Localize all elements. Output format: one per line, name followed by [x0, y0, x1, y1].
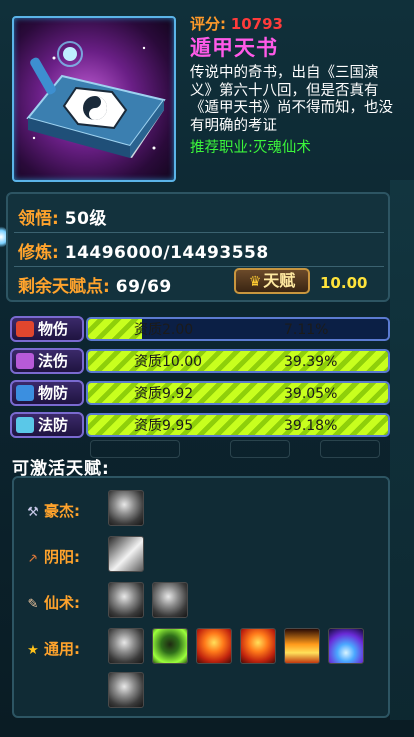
skill-icon[interactable] — [240, 628, 276, 664]
attribute-bar-fill — [88, 415, 388, 435]
attribute-label: 法伤 — [38, 352, 69, 370]
attribute-bar: 资质2.00 7.11% — [86, 317, 390, 341]
cultivation-row: 修炼: 14496000/14493558 — [18, 238, 269, 263]
talent-group-label: ⸕ 阴阳: — [22, 546, 104, 567]
skill-icon[interactable] — [196, 628, 232, 664]
talent-group-label: ⚒ 豪杰: — [22, 500, 104, 521]
skill-icon[interactable] — [108, 672, 144, 708]
shield-icon — [16, 385, 34, 401]
talent-group-name: 仙术: — [44, 594, 80, 612]
score-value: 10793 — [230, 15, 283, 33]
talent-group-label: ✎ 仙术: — [22, 592, 104, 613]
talent-group-name: 阴阳: — [44, 548, 80, 566]
attribute-label: 物防 — [38, 384, 69, 402]
attribute-label: 法防 — [38, 416, 69, 434]
attribute-bar: 资质9.95 39.18% — [86, 413, 390, 437]
attribute-bar-fill — [88, 351, 388, 371]
talent-group-name: 通用: — [44, 640, 80, 658]
cultivation-label: 修炼: — [18, 243, 59, 263]
axe-icon: ⚒ — [27, 505, 39, 520]
side-scroll-strip — [390, 180, 414, 720]
attribute-quality: 资质9.92 — [134, 386, 194, 402]
star-icon: ★ — [27, 643, 39, 658]
attribute-row: 法伤 资质10.00 39.39% — [10, 348, 390, 374]
attribute-quality: 资质9.95 — [134, 418, 194, 434]
attribute-percent: 7.11% — [284, 322, 329, 338]
attribute-tag: 物防 — [10, 380, 84, 406]
item-description: 传说中的奇书，出自《三国演义》第六十八回，但是否真有《遁甲天书》尚不得而知，也没… — [190, 65, 393, 134]
talent-button-label: 天赋 — [263, 271, 296, 290]
talent-group-name: 豪杰: — [44, 502, 80, 520]
talent-group-label: ★ 通用: — [22, 638, 104, 659]
attribute-quality: 资质2.00 — [134, 322, 194, 338]
sickle-icon: ⸕ — [28, 551, 38, 566]
activatable-talents: ⚒ 豪杰: ⸕ 阴阳: ✎ 仙术: ★ 通用: — [12, 476, 390, 718]
background-buttons — [90, 440, 390, 460]
magic-icon — [16, 353, 34, 369]
score-label: 评分: — [190, 15, 226, 33]
attribute-quality: 资质10.00 — [134, 354, 203, 370]
comprehension-label: 领悟: — [18, 209, 59, 229]
score-row: 评分: 10793 — [190, 14, 404, 34]
attribute-row: 物防 资质9.92 39.05% — [10, 380, 390, 406]
item-header: 评分: 10793 遁甲天书 传说中的奇书，出自《三国演义》第六十八回，但是否真… — [6, 6, 408, 188]
attribute-tag: 物伤 — [10, 316, 84, 342]
skill-icon[interactable] — [108, 490, 144, 526]
skill-icon[interactable] — [328, 628, 364, 664]
skill-icon[interactable] — [152, 582, 188, 618]
divider — [14, 232, 384, 233]
comprehension-row: 领悟: 50级 — [18, 204, 107, 229]
item-info: 评分: 10793 遁甲天书 传说中的奇书，出自《三国演义》第六十八回，但是否真… — [190, 14, 404, 158]
talent-button[interactable]: ♛ 天赋 — [234, 268, 310, 294]
book-icon[interactable] — [12, 16, 176, 182]
stats-panel: 领悟: 50级 修炼: 14496000/14493558 剩余天赋点: 69/… — [6, 192, 390, 302]
cultivation-value: 14496000/14493558 — [64, 243, 269, 263]
attribute-label: 物伤 — [38, 320, 69, 338]
skill-icon[interactable] — [108, 536, 144, 572]
spell-shield-icon — [16, 417, 34, 433]
comprehension-value: 50级 — [64, 209, 107, 229]
attribute-bar: 资质9.92 39.05% — [86, 381, 390, 405]
attribute-tag: 法防 — [10, 412, 84, 438]
talent-points-row: 剩余天赋点: 69/69 — [18, 272, 172, 297]
crown-icon: ♛ — [248, 274, 262, 290]
sword-icon — [16, 321, 34, 337]
item-name: 遁甲天书 — [190, 36, 278, 60]
attribute-percent: 39.18% — [284, 418, 338, 434]
skill-icon[interactable] — [152, 628, 188, 664]
attribute-bar-fill — [88, 383, 388, 403]
attribute-percent: 39.05% — [284, 386, 338, 402]
attribute-row: 物伤 资质2.00 7.11% — [10, 316, 390, 342]
skill-icon[interactable] — [108, 628, 144, 664]
attribute-bar: 资质10.00 39.39% — [86, 349, 390, 373]
scroll-icon: ✎ — [27, 597, 39, 612]
talent-score: 10.00 — [320, 274, 368, 292]
talent-points-label: 剩余天赋点: — [18, 277, 110, 297]
attribute-row: 法防 资质9.95 39.18% — [10, 412, 390, 438]
skill-icon[interactable] — [108, 582, 144, 618]
talent-book-panel: 评分: 10793 遁甲天书 传说中的奇书，出自《三国演义》第六十八回，但是否真… — [0, 0, 414, 737]
recommended-job: 推荐职业:灭魂仙术 — [190, 140, 311, 156]
skill-icon[interactable] — [284, 628, 320, 664]
attribute-tag: 法伤 — [10, 348, 84, 374]
attribute-percent: 39.39% — [284, 354, 338, 370]
divider — [14, 266, 384, 267]
talent-points-value: 69/69 — [115, 277, 172, 297]
